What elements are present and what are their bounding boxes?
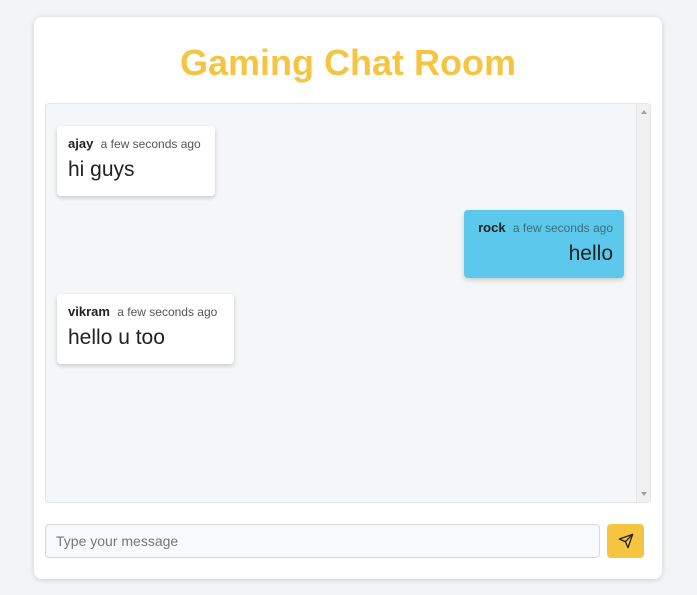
message-timestamp: a few seconds ago bbox=[100, 137, 201, 151]
message-username: ajay bbox=[68, 136, 94, 151]
message-input[interactable] bbox=[45, 524, 600, 558]
message-item: vikram a few seconds ago hello u too bbox=[57, 294, 234, 364]
message-text: hello u too bbox=[68, 326, 165, 349]
message-item: rock a few seconds ago hello bbox=[464, 210, 624, 278]
message-timestamp: a few seconds ago bbox=[117, 305, 218, 319]
scroll-down-arrow-icon[interactable] bbox=[641, 492, 647, 496]
page-title: Gaming Chat Room bbox=[179, 42, 516, 83]
composer bbox=[45, 524, 651, 558]
chat-card: Gaming Chat Room ajay a few seconds ago … bbox=[34, 17, 662, 579]
message-list-scrollbar[interactable] bbox=[636, 104, 650, 502]
message-username: vikram bbox=[68, 304, 110, 319]
send-button[interactable] bbox=[607, 524, 644, 558]
message-list[interactable]: ajay a few seconds ago hi guys rock a fe… bbox=[45, 103, 651, 503]
message-timestamp: a few seconds ago bbox=[512, 221, 613, 235]
scroll-up-arrow-icon[interactable] bbox=[641, 110, 647, 114]
message-text: hello bbox=[568, 242, 613, 265]
message-username: rock bbox=[478, 220, 506, 235]
send-icon bbox=[618, 533, 634, 549]
message-text: hi guys bbox=[68, 158, 135, 181]
message-item: ajay a few seconds ago hi guys bbox=[57, 126, 215, 196]
